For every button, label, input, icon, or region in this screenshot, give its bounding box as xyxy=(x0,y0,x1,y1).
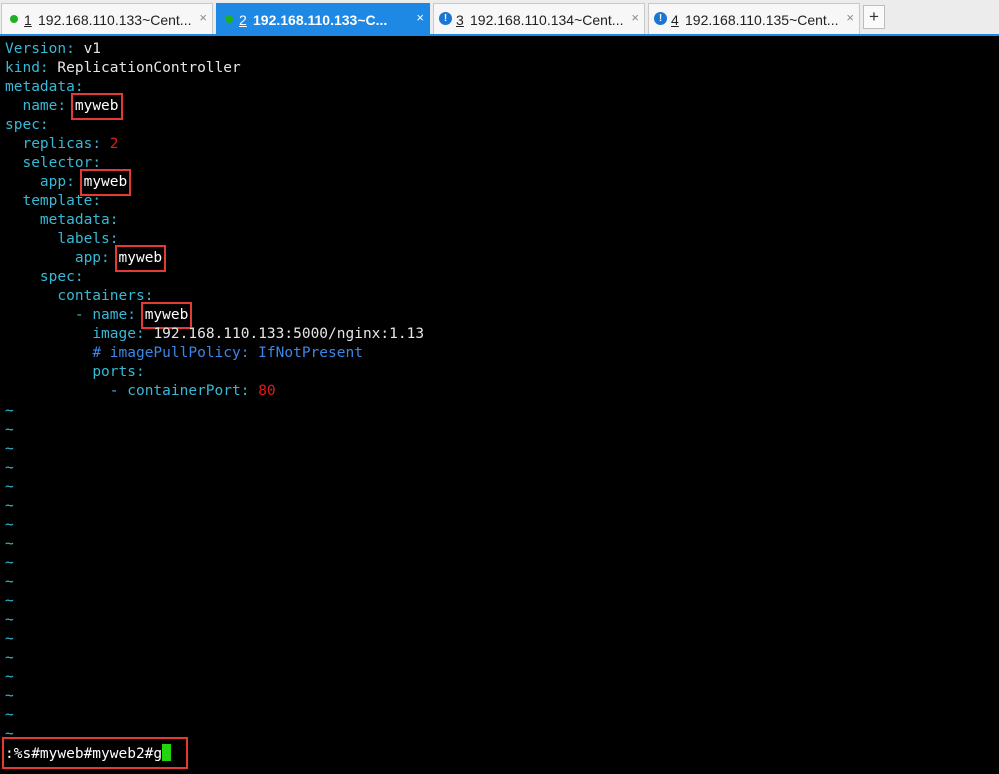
tilde-marker: ~ xyxy=(5,422,14,438)
session-tab-2[interactable]: 2 192.168.110.133~C... × xyxy=(216,3,430,34)
connected-status-icon xyxy=(225,15,233,23)
tilde-marker: ~ xyxy=(5,498,14,514)
command-text: :%s#myweb#myweb2#g xyxy=(5,746,163,762)
tilde-marker: ~ xyxy=(5,403,14,419)
tilde-marker: ~ xyxy=(5,479,14,495)
tab-title: 192.168.110.135~Cent... xyxy=(685,12,839,28)
tab-number: 3 xyxy=(456,12,464,28)
session-tab-4[interactable]: ! 4 192.168.110.135~Cent... × xyxy=(648,3,860,34)
highlighted-value: myweb xyxy=(79,169,132,196)
highlighted-value: myweb xyxy=(140,302,193,329)
yaml-line: app: myweb xyxy=(39,169,132,196)
tab-title: 192.168.110.133~C... xyxy=(253,12,388,28)
yaml-line: name: myweb xyxy=(22,93,123,120)
tilde-marker: ~ xyxy=(5,555,14,571)
tilde-marker: ~ xyxy=(5,650,14,666)
yaml-line: image: 192.168.110.133:5000/nginx:1.13 xyxy=(92,326,425,342)
tab-bar: 1 192.168.110.133~Cent... × 2 192.168.11… xyxy=(0,0,999,36)
tilde-marker: ~ xyxy=(5,441,14,457)
yaml-line: template: xyxy=(22,193,102,209)
tilde-marker: ~ xyxy=(5,612,14,628)
tilde-marker: ~ xyxy=(5,536,14,552)
yaml-line: spec: xyxy=(5,117,49,133)
session-tab-1[interactable]: 1 192.168.110.133~Cent... × xyxy=(1,3,213,34)
highlighted-value: myweb xyxy=(114,245,167,272)
yaml-line: - containerPort: 80 xyxy=(109,383,276,399)
vim-command-line[interactable]: :%s#myweb#myweb2#g xyxy=(5,744,172,763)
tilde-marker: ~ xyxy=(5,688,14,704)
close-tab-icon[interactable]: × xyxy=(416,10,424,25)
close-tab-icon[interactable]: × xyxy=(199,10,207,25)
alert-icon: ! xyxy=(439,12,452,25)
text-cursor xyxy=(162,744,172,761)
tilde-marker: ~ xyxy=(5,574,14,590)
tilde-marker: ~ xyxy=(5,707,14,723)
tab-title: 192.168.110.133~Cent... xyxy=(38,12,192,28)
yaml-line: labels: xyxy=(57,231,119,247)
close-tab-icon[interactable]: × xyxy=(846,10,854,25)
tab-number: 4 xyxy=(671,12,679,28)
yaml-line: metadata: xyxy=(5,79,84,95)
session-tab-3[interactable]: ! 3 192.168.110.134~Cent... × xyxy=(433,3,645,34)
yaml-line: containers: xyxy=(57,288,154,304)
tab-title: 192.168.110.134~Cent... xyxy=(470,12,624,28)
yaml-line: Version: v1 xyxy=(5,41,102,57)
tilde-marker: ~ xyxy=(5,460,14,476)
terminal-editor[interactable] xyxy=(0,40,999,774)
yaml-line: ports: xyxy=(92,364,145,380)
tilde-marker: ~ xyxy=(5,669,14,685)
tab-number: 1 xyxy=(24,12,32,28)
yaml-line: metadata: xyxy=(39,212,119,228)
yaml-line: spec: xyxy=(39,269,84,285)
yaml-line: selector: xyxy=(22,155,102,171)
yaml-line: kind: ReplicationController xyxy=(5,60,241,76)
tilde-marker: ~ xyxy=(5,593,14,609)
yaml-line: replicas: 2 xyxy=(22,136,119,152)
yaml-line: - name: myweb xyxy=(74,302,193,329)
connected-status-icon xyxy=(10,15,18,23)
tab-number: 2 xyxy=(239,12,247,28)
alert-icon: ! xyxy=(654,12,667,25)
new-tab-button[interactable]: + xyxy=(863,5,885,29)
highlighted-value: myweb xyxy=(70,93,123,120)
close-tab-icon[interactable]: × xyxy=(631,10,639,25)
tilde-marker: ~ xyxy=(5,631,14,647)
tilde-marker: ~ xyxy=(5,517,14,533)
yaml-comment-line: # imagePullPolicy: IfNotPresent xyxy=(92,345,363,361)
yaml-line: app: myweb xyxy=(74,245,167,272)
